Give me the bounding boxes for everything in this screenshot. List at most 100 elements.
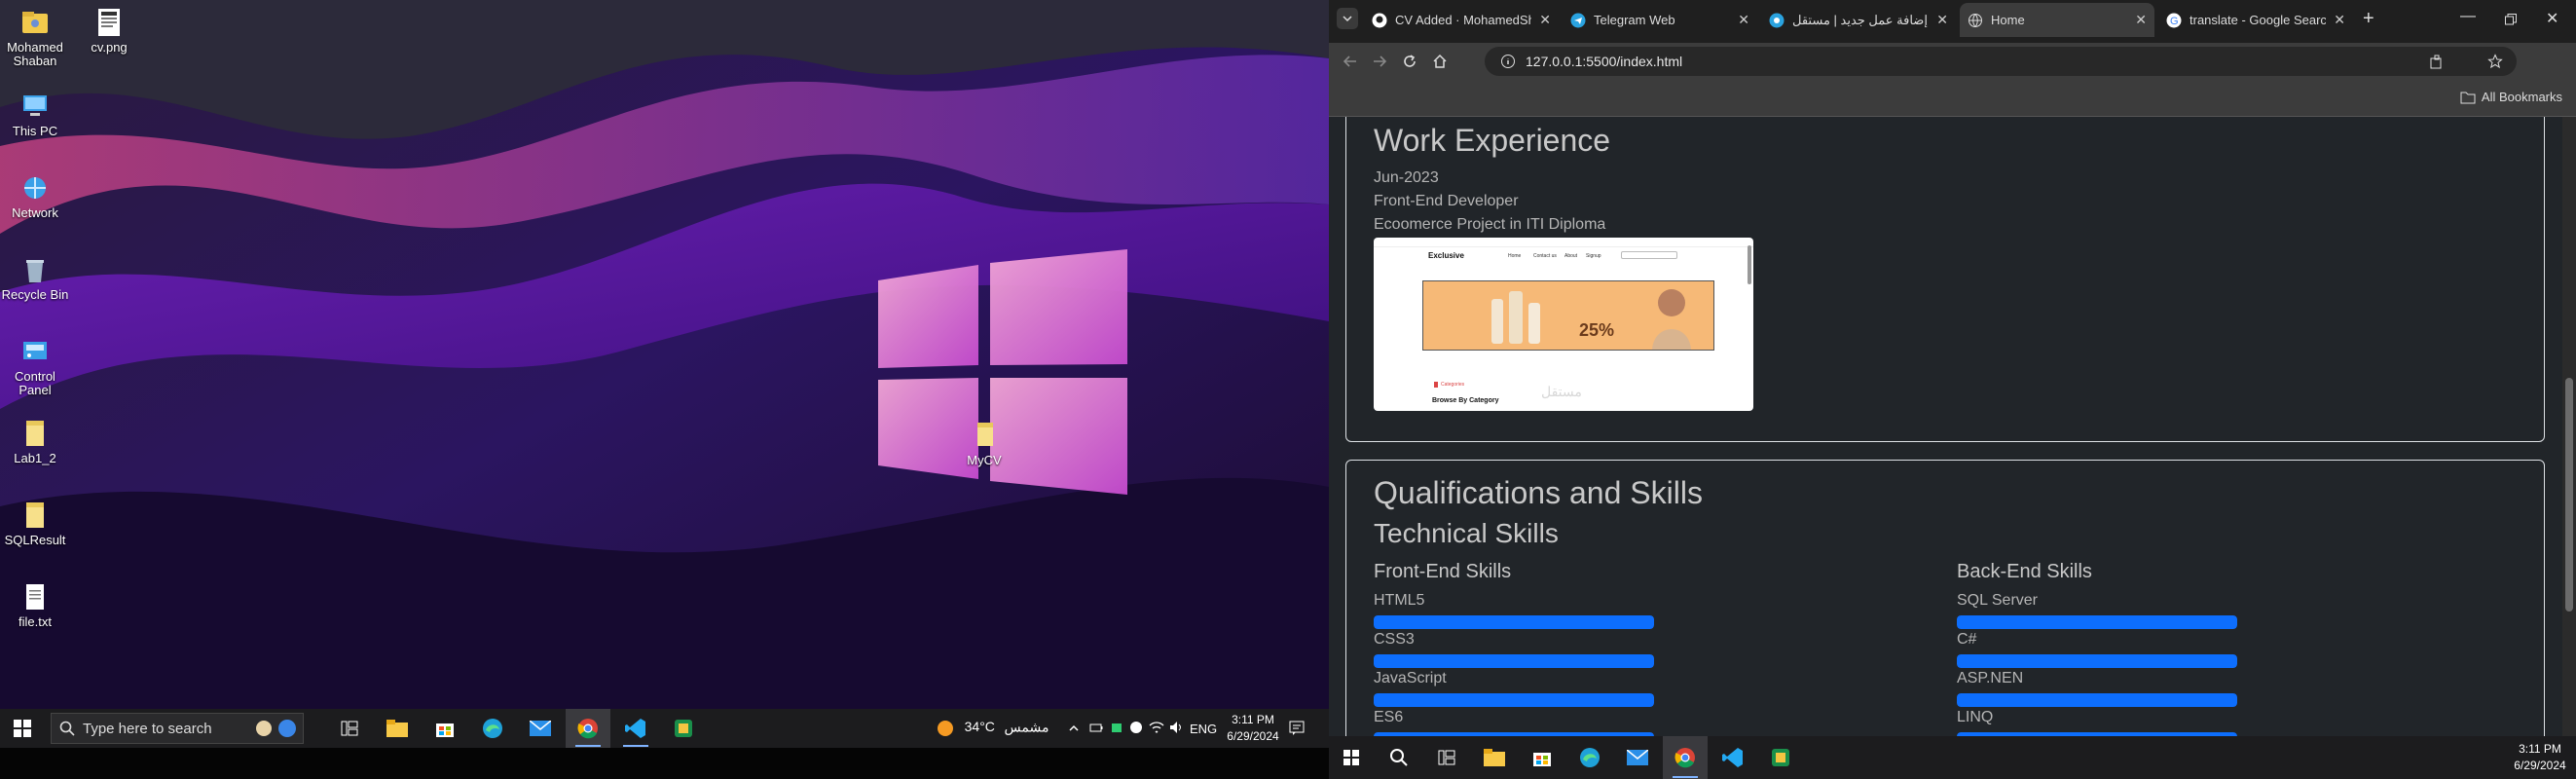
- desktop-icon-lab1-2[interactable]: Lab1_2: [0, 417, 72, 465]
- technical-skills-heading: Technical Skills: [1374, 518, 1559, 548]
- bookmark-star-icon[interactable]: [2487, 54, 2503, 69]
- site-info-icon[interactable]: [1500, 54, 1516, 69]
- desktop-icon-mohamed-shaban[interactable]: Mohamed Shaban: [0, 6, 72, 68]
- restore-icon[interactable]: [2505, 14, 2517, 25]
- taskbar-app[interactable]: [661, 709, 706, 748]
- desktop-icon-control-panel[interactable]: Control Panel: [0, 335, 72, 397]
- all-bookmarks[interactable]: All Bookmarks: [2460, 90, 2562, 104]
- task-view-button[interactable]: [1424, 736, 1469, 779]
- tab-home[interactable]: Home ✕: [1960, 3, 2154, 37]
- battery-icon[interactable]: [1089, 721, 1103, 734]
- model-photo-icon: [1652, 289, 1691, 350]
- page-scrollbar[interactable]: [2562, 117, 2576, 736]
- taskbar-file-explorer[interactable]: [1472, 736, 1517, 779]
- scrollbar-thumb[interactable]: [2565, 378, 2573, 612]
- folder-icon: [26, 502, 44, 528]
- skill-progress-fill: [1957, 693, 2237, 707]
- project-preview-image[interactable]: Exclusive Home Contact us About Signup 2…: [1374, 238, 1753, 411]
- minimize-button[interactable]: —: [2460, 8, 2476, 25]
- skill-name: HTML5: [1374, 592, 1425, 609]
- teams-icon[interactable]: [1129, 721, 1143, 734]
- task-view-icon: [341, 721, 358, 736]
- skill-progress-fill: [1374, 654, 1654, 668]
- preview-nav-signup: Signup: [1586, 253, 1601, 259]
- skill-name: SQL Server: [1957, 592, 2038, 609]
- taskbar-app[interactable]: [1758, 736, 1803, 779]
- taskbar-chrome[interactable]: [1663, 736, 1708, 779]
- address-bar[interactable]: 127.0.0.1:5500/index.html: [1485, 47, 2517, 76]
- preview-topbar: [1374, 238, 1753, 247]
- google-icon: G: [2166, 13, 2182, 27]
- desktop-icon-label: cv.png: [91, 40, 128, 55]
- store-icon: [1533, 753, 1551, 766]
- desktop-icon-network[interactable]: Network: [0, 171, 72, 220]
- offscreen-area: [0, 748, 1329, 779]
- close-icon[interactable]: ✕: [1738, 12, 1749, 28]
- extensions-icon[interactable]: [2429, 55, 2445, 70]
- skill-progress-bar: [1374, 693, 1654, 707]
- back-icon[interactable]: [1343, 54, 1358, 69]
- language-indicator[interactable]: ENG: [1190, 722, 1217, 736]
- computer-icon: [23, 95, 47, 116]
- tab-telegram[interactable]: Telegram Web ✕: [1563, 3, 1757, 37]
- weather-widget[interactable]: 34°C مشمس: [936, 719, 1049, 738]
- desktop-icon-cv-png[interactable]: cv.png: [72, 6, 146, 55]
- taskbar-edge[interactable]: [470, 709, 515, 748]
- start-button[interactable]: [1329, 736, 1374, 779]
- desktop-icon-sqlresult[interactable]: SQLResult: [0, 499, 72, 547]
- close-icon[interactable]: ✕: [2135, 12, 2147, 28]
- taskbar-mail[interactable]: [1615, 736, 1660, 779]
- volume-icon[interactable]: [1169, 721, 1185, 734]
- taskbar-vscode[interactable]: [1711, 736, 1755, 779]
- tab-github[interactable]: CV Added · MohamedSh… ✕: [1364, 3, 1559, 37]
- taskbar-edge[interactable]: [1567, 736, 1612, 779]
- notification-icon[interactable]: [1289, 721, 1305, 736]
- tab-search-button[interactable]: [1337, 8, 1358, 29]
- desktop-icon-this-pc[interactable]: This PC: [0, 90, 72, 138]
- taskbar-store[interactable]: [423, 709, 467, 748]
- reload-icon[interactable]: [1402, 54, 1417, 69]
- chevron-up-icon[interactable]: [1068, 723, 1080, 734]
- home-icon[interactable]: [1432, 54, 1448, 69]
- task-view-button[interactable]: [327, 709, 372, 748]
- work-date: Jun-2023: [1374, 169, 1439, 186]
- skill-name: JavaScript: [1374, 670, 1447, 686]
- taskbar: 3:11 PM 6/29/2024: [1329, 736, 2576, 779]
- taskbar-mail[interactable]: [518, 709, 563, 748]
- forward-icon[interactable]: [1372, 54, 1387, 69]
- close-icon[interactable]: ✕: [1936, 12, 1948, 28]
- preview-nav-about: About: [1564, 253, 1578, 259]
- vscode-icon: [1722, 748, 1743, 767]
- taskbar-chrome[interactable]: [566, 709, 610, 748]
- close-icon[interactable]: ✕: [1539, 12, 1551, 28]
- taskbar-store[interactable]: [1520, 736, 1564, 779]
- wifi-icon[interactable]: [1149, 721, 1164, 734]
- desktop-icon-label: file.txt: [18, 614, 52, 629]
- preview-nav-contact: Contact us: [1533, 253, 1557, 259]
- desktop-icon-recycle-bin[interactable]: Recycle Bin: [0, 253, 72, 302]
- security-icon[interactable]: [1110, 721, 1123, 734]
- skill-progress-bar: [1957, 654, 2237, 668]
- taskbar-file-explorer[interactable]: [375, 709, 420, 748]
- new-tab-button[interactable]: +: [2363, 8, 2374, 30]
- skill-progress-fill: [1374, 615, 1654, 629]
- start-button[interactable]: [0, 709, 45, 748]
- edge-icon: [1580, 748, 1600, 767]
- preview-search-box: [1621, 251, 1677, 259]
- search-button[interactable]: [1377, 736, 1421, 779]
- app-icon: [1772, 749, 1789, 766]
- clock[interactable]: 3:11 PM 6/29/2024: [1222, 712, 1284, 745]
- tab-google[interactable]: G translate - Google Search ✕: [2158, 3, 2353, 37]
- desktop-icon-file-txt[interactable]: file.txt: [0, 580, 72, 629]
- search-highlight-icon: [256, 720, 296, 737]
- close-window-button[interactable]: ✕: [2546, 9, 2558, 28]
- taskbar-vscode[interactable]: [613, 709, 658, 748]
- desktop-icon-mycv[interactable]: MyCV: [947, 419, 1021, 467]
- clock[interactable]: 3:11 PM 6/29/2024: [2509, 741, 2571, 774]
- close-icon[interactable]: ✕: [2334, 12, 2345, 28]
- desktop-icon-label: Lab1_2: [14, 451, 56, 465]
- skill-progress-bar: [1957, 615, 2237, 629]
- taskbar-search-box[interactable]: Type here to search: [51, 713, 304, 744]
- tab-mostaql[interactable]: إضافة عمل جديد | مستقل ✕: [1761, 3, 1956, 37]
- browser-toolbar: 127.0.0.1:5500/index.html: [1329, 43, 2576, 80]
